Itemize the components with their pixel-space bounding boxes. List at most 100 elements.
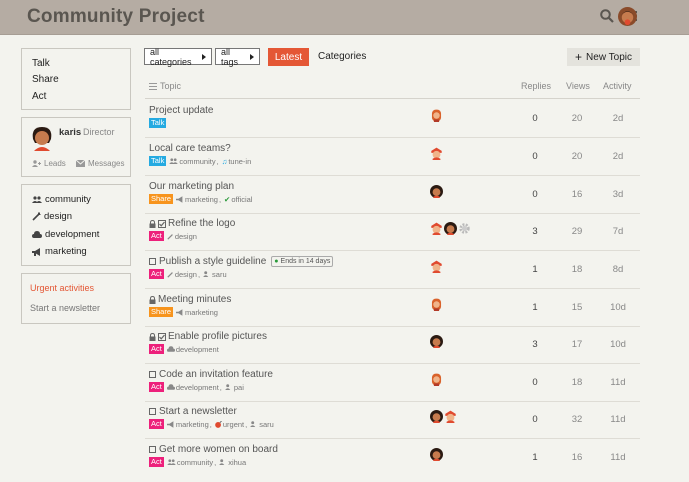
poster-avatar[interactable] (430, 147, 443, 160)
tag-development[interactable]: development, (166, 383, 222, 392)
activity-age[interactable]: 7d (603, 226, 633, 237)
poster-avatar[interactable] (430, 185, 443, 198)
tag-urgent[interactable]: urgent, (215, 420, 247, 429)
tag-saru[interactable]: saru (250, 420, 274, 429)
category-badge[interactable]: Talk (149, 156, 167, 166)
table-row[interactable]: Publish a style guideline ● Ends in 14 da… (145, 251, 640, 289)
poster-avatar[interactable] (430, 298, 443, 311)
checkbox-icon (149, 371, 156, 378)
activity-age[interactable]: 11d (603, 452, 633, 463)
table-row[interactable]: Code an invitation feature Act developme… (145, 364, 640, 402)
activity-age[interactable]: 8d (603, 264, 633, 275)
profile-avatar[interactable] (31, 125, 53, 151)
sidebar-item-design[interactable]: design (32, 211, 72, 222)
column-header-activity[interactable]: Activity (603, 81, 632, 91)
poster-avatar[interactable] (444, 410, 457, 423)
activity-age[interactable]: 10d (603, 339, 633, 350)
tag-tune-in[interactable]: ♫ tune-in (222, 157, 252, 166)
sidebar-item-development[interactable]: development (32, 229, 99, 240)
topic-title[interactable]: Get more women on board (159, 444, 278, 455)
start-newsletter-link[interactable]: Start a newsletter (30, 303, 100, 313)
sidebar-nav: Talk Share Act (21, 48, 131, 110)
poster-avatar[interactable] (430, 410, 443, 423)
profile-name[interactable]: karis (59, 127, 81, 138)
activity-age[interactable]: 11d (603, 414, 633, 425)
tag-pai[interactable]: pai (225, 383, 244, 392)
topic-title[interactable]: Publish a style guideline (159, 256, 266, 267)
tag-community[interactable]: community, (167, 458, 216, 467)
activity-age[interactable]: 11d (603, 377, 633, 388)
tag-marketing[interactable]: marketing (176, 308, 218, 317)
leads-link[interactable]: Leads (32, 159, 66, 168)
search-icon[interactable] (600, 9, 614, 23)
topic-title[interactable]: Local care teams? (149, 143, 231, 154)
nav-talk[interactable]: Talk (32, 58, 50, 69)
poster-avatar[interactable] (430, 448, 443, 461)
topic-title[interactable]: Project update (149, 105, 214, 116)
table-row[interactable]: Enable profile pictures Act development … (145, 326, 640, 364)
topic-title[interactable]: Code an invitation feature (159, 369, 273, 380)
tag-xihua[interactable]: xihua (219, 458, 246, 467)
activity-age[interactable]: 3d (603, 189, 633, 200)
table-row[interactable]: Meeting minutes Share marketing 1 15 10d (145, 289, 640, 327)
activity-age[interactable]: 2d (603, 151, 633, 162)
user-avatar[interactable] (618, 7, 637, 26)
site-title[interactable]: Community Project (27, 6, 205, 28)
table-row[interactable]: Local care teams? Talk community, ♫ tune-… (145, 138, 640, 176)
messages-link[interactable]: Messages (76, 159, 124, 168)
category-badge[interactable]: Act (149, 231, 164, 241)
topic-title[interactable]: Start a newsletter (159, 406, 237, 417)
poster-avatar[interactable] (430, 373, 443, 386)
tag-official[interactable]: ✔ official (224, 195, 252, 204)
column-header-views[interactable]: Views (566, 81, 590, 91)
table-row[interactable]: Project update Talk 0 20 2d (145, 100, 640, 138)
poster-avatar[interactable] (444, 222, 457, 235)
category-badge[interactable]: Share (149, 194, 174, 204)
category-badge[interactable]: Share (149, 307, 174, 317)
new-topic-button[interactable]: + New Topic (567, 48, 640, 66)
tab-latest[interactable]: Latest (268, 48, 309, 66)
category-badge[interactable]: Act (149, 382, 164, 392)
poster-avatar[interactable] (430, 260, 443, 273)
table-row[interactable]: Get more women on board Act community, x… (145, 439, 640, 476)
topic-title[interactable]: Our marketing plan (149, 181, 234, 192)
topic-title[interactable]: Refine the logo (168, 218, 235, 229)
topic-title[interactable]: Meeting minutes (158, 294, 231, 305)
tag-community[interactable]: community, (169, 157, 219, 166)
check-icon: ✔ (224, 194, 231, 204)
category-dropdown[interactable]: all categories (144, 47, 212, 67)
poster-avatar[interactable] (430, 335, 443, 348)
tag-marketing[interactable]: marketing, (166, 420, 212, 429)
reply-count: 0 (532, 189, 538, 200)
tag-marketing[interactable]: marketing, (176, 195, 221, 204)
table-row[interactable]: Our marketing plan Share marketing, ✔ off… (145, 176, 640, 214)
activity-age[interactable]: 10d (603, 302, 633, 313)
gear-icon[interactable] (458, 222, 471, 235)
sidebar-item-community[interactable]: community (32, 194, 91, 205)
tag-dropdown[interactable]: all tags (215, 47, 260, 67)
lock-icon (149, 219, 156, 228)
tag-saru[interactable]: saru (203, 270, 227, 279)
category-badge[interactable]: Act (149, 419, 164, 429)
column-header-topic[interactable]: Topic (149, 81, 181, 91)
category-badge[interactable]: Act (149, 269, 164, 279)
urgent-activities-link[interactable]: Urgent activities (30, 283, 94, 293)
nav-act[interactable]: Act (32, 91, 46, 102)
category-badge[interactable]: Talk (149, 118, 167, 128)
magic-wand-icon (167, 233, 174, 240)
table-row[interactable]: Start a newsletter Act marketing, urgent… (145, 401, 640, 439)
tab-categories[interactable]: Categories (318, 51, 366, 62)
tag-design[interactable]: design, (167, 270, 200, 279)
poster-avatar[interactable] (430, 222, 443, 235)
sidebar-item-marketing[interactable]: marketing (32, 246, 87, 257)
topic-title[interactable]: Enable profile pictures (168, 331, 267, 342)
category-badge[interactable]: Act (149, 457, 164, 467)
table-row[interactable]: Refine the logo Act design 3 29 7d (145, 213, 640, 251)
poster-avatar[interactable] (430, 109, 443, 122)
category-badge[interactable]: Act (149, 344, 164, 354)
activity-age[interactable]: 2d (603, 113, 633, 124)
tag-development[interactable]: development (166, 345, 219, 354)
nav-share[interactable]: Share (32, 74, 59, 85)
column-header-replies[interactable]: Replies (521, 81, 551, 91)
tag-design[interactable]: design (167, 232, 197, 241)
